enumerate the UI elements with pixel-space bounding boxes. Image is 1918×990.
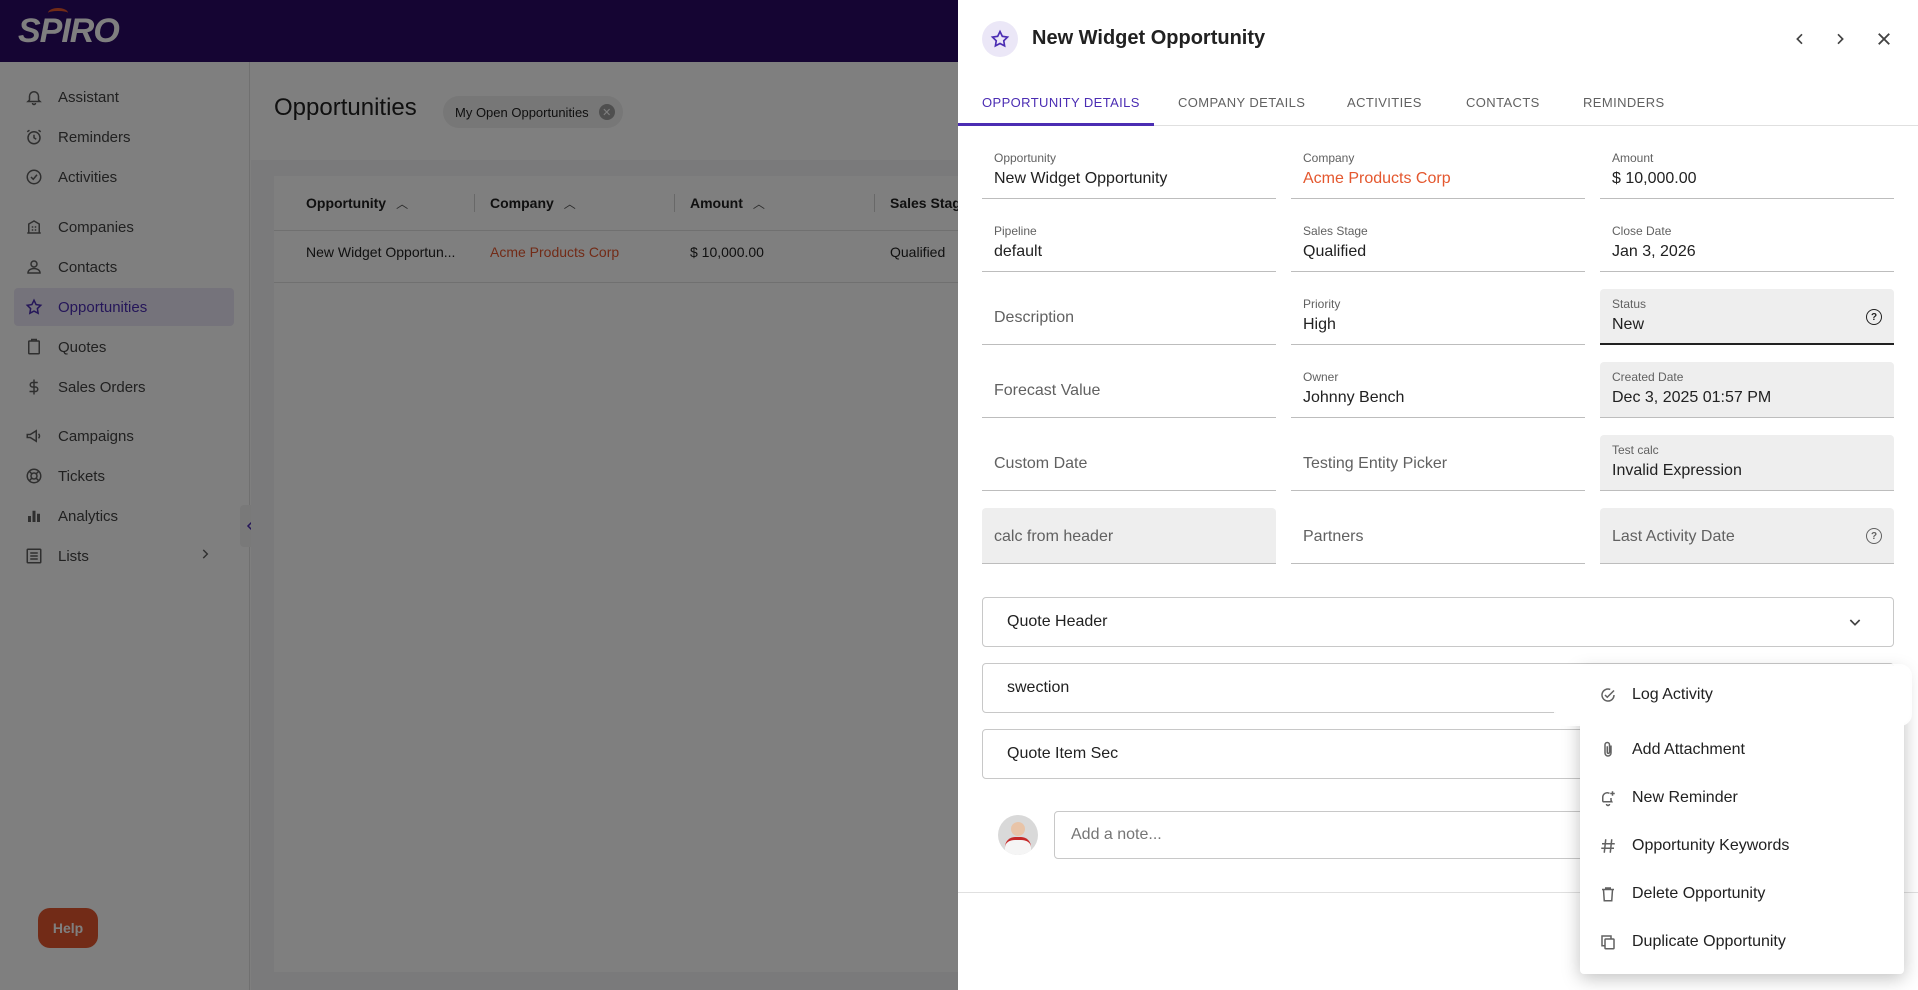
test-calc-field: Test calc Invalid Expression xyxy=(1600,435,1894,491)
drawer-header: New Widget Opportunity xyxy=(958,0,1918,76)
menu-item-new-reminder[interactable]: New Reminder xyxy=(1580,774,1904,822)
help-icon[interactable]: ? xyxy=(1866,528,1882,544)
help-icon[interactable]: ? xyxy=(1866,309,1882,325)
calc-from-header-field: calc from header xyxy=(982,508,1276,564)
close-drawer-button[interactable] xyxy=(1869,24,1899,54)
forecast-value-field[interactable]: Forecast Value xyxy=(982,362,1276,418)
menu-item-duplicate-opportunity[interactable]: Duplicate Opportunity xyxy=(1580,918,1904,966)
priority-field[interactable]: Priority High xyxy=(1291,289,1585,345)
menu-item-delete-opportunity[interactable]: Delete Opportunity xyxy=(1580,870,1904,918)
tab-activities[interactable]: ACTIVITIES xyxy=(1347,78,1422,126)
avatar xyxy=(998,815,1038,855)
next-record-button[interactable] xyxy=(1825,24,1855,54)
drawer-tabs: OPPORTUNITY DETAILS COMPANY DETAILS ACTI… xyxy=(958,78,1918,126)
amount-field[interactable]: Amount $ 10,000.00 xyxy=(1600,143,1894,199)
bell-plus-icon xyxy=(1598,788,1618,808)
status-field[interactable]: Status New ? xyxy=(1600,289,1894,345)
menu-item-add-attachment[interactable]: Add Attachment xyxy=(1580,726,1904,774)
actions-menu: Log Activity Add Attachment New Reminder… xyxy=(1556,666,1910,974)
sales-stage-field[interactable]: Sales Stage Qualified xyxy=(1291,216,1585,272)
copy-icon xyxy=(1598,932,1618,952)
company-field[interactable]: Company Acme Products Corp xyxy=(1291,143,1585,199)
owner-field[interactable]: Owner Johnny Bench xyxy=(1291,362,1585,418)
last-activity-date-field: Last Activity Date ? xyxy=(1600,508,1894,564)
menu-item-opportunity-keywords[interactable]: Opportunity Keywords xyxy=(1580,822,1904,870)
created-date-field: Created Date Dec 3, 2025 01:57 PM xyxy=(1600,362,1894,418)
menu-item-log-activity[interactable]: Log Activity xyxy=(1556,666,1910,724)
testing-entity-picker-field[interactable]: Testing Entity Picker xyxy=(1291,435,1585,491)
close-icon xyxy=(1878,33,1890,45)
previous-record-button[interactable] xyxy=(1785,24,1815,54)
paperclip-icon xyxy=(1598,740,1618,760)
trash-icon xyxy=(1598,884,1618,904)
company-link[interactable]: Acme Products Corp xyxy=(1303,170,1451,188)
chevron-right-icon xyxy=(1837,33,1844,45)
favorite-star-icon[interactable] xyxy=(982,21,1018,57)
custom-date-field[interactable]: Custom Date xyxy=(982,435,1276,491)
tab-opportunity-details[interactable]: OPPORTUNITY DETAILS xyxy=(982,78,1140,126)
hash-icon xyxy=(1598,836,1618,856)
drawer-title: New Widget Opportunity xyxy=(1032,27,1266,49)
description-field[interactable]: Description xyxy=(982,289,1276,345)
section-quote-header[interactable]: Quote Header xyxy=(982,597,1894,647)
chevron-down-icon xyxy=(1847,614,1863,635)
tab-company-details[interactable]: COMPANY DETAILS xyxy=(1178,78,1305,126)
pipeline-field[interactable]: Pipeline default xyxy=(982,216,1276,272)
chevron-left-icon xyxy=(1796,33,1803,45)
tab-contacts[interactable]: CONTACTS xyxy=(1466,78,1540,126)
partners-field[interactable]: Partners xyxy=(1291,508,1585,564)
log-activity-icon xyxy=(1598,685,1618,705)
opportunity-field[interactable]: Opportunity New Widget Opportunity xyxy=(982,143,1276,199)
tab-reminders[interactable]: REMINDERS xyxy=(1583,78,1665,126)
active-tab-indicator xyxy=(958,123,1154,126)
close-date-field[interactable]: Close Date Jan 3, 2026 xyxy=(1600,216,1894,272)
